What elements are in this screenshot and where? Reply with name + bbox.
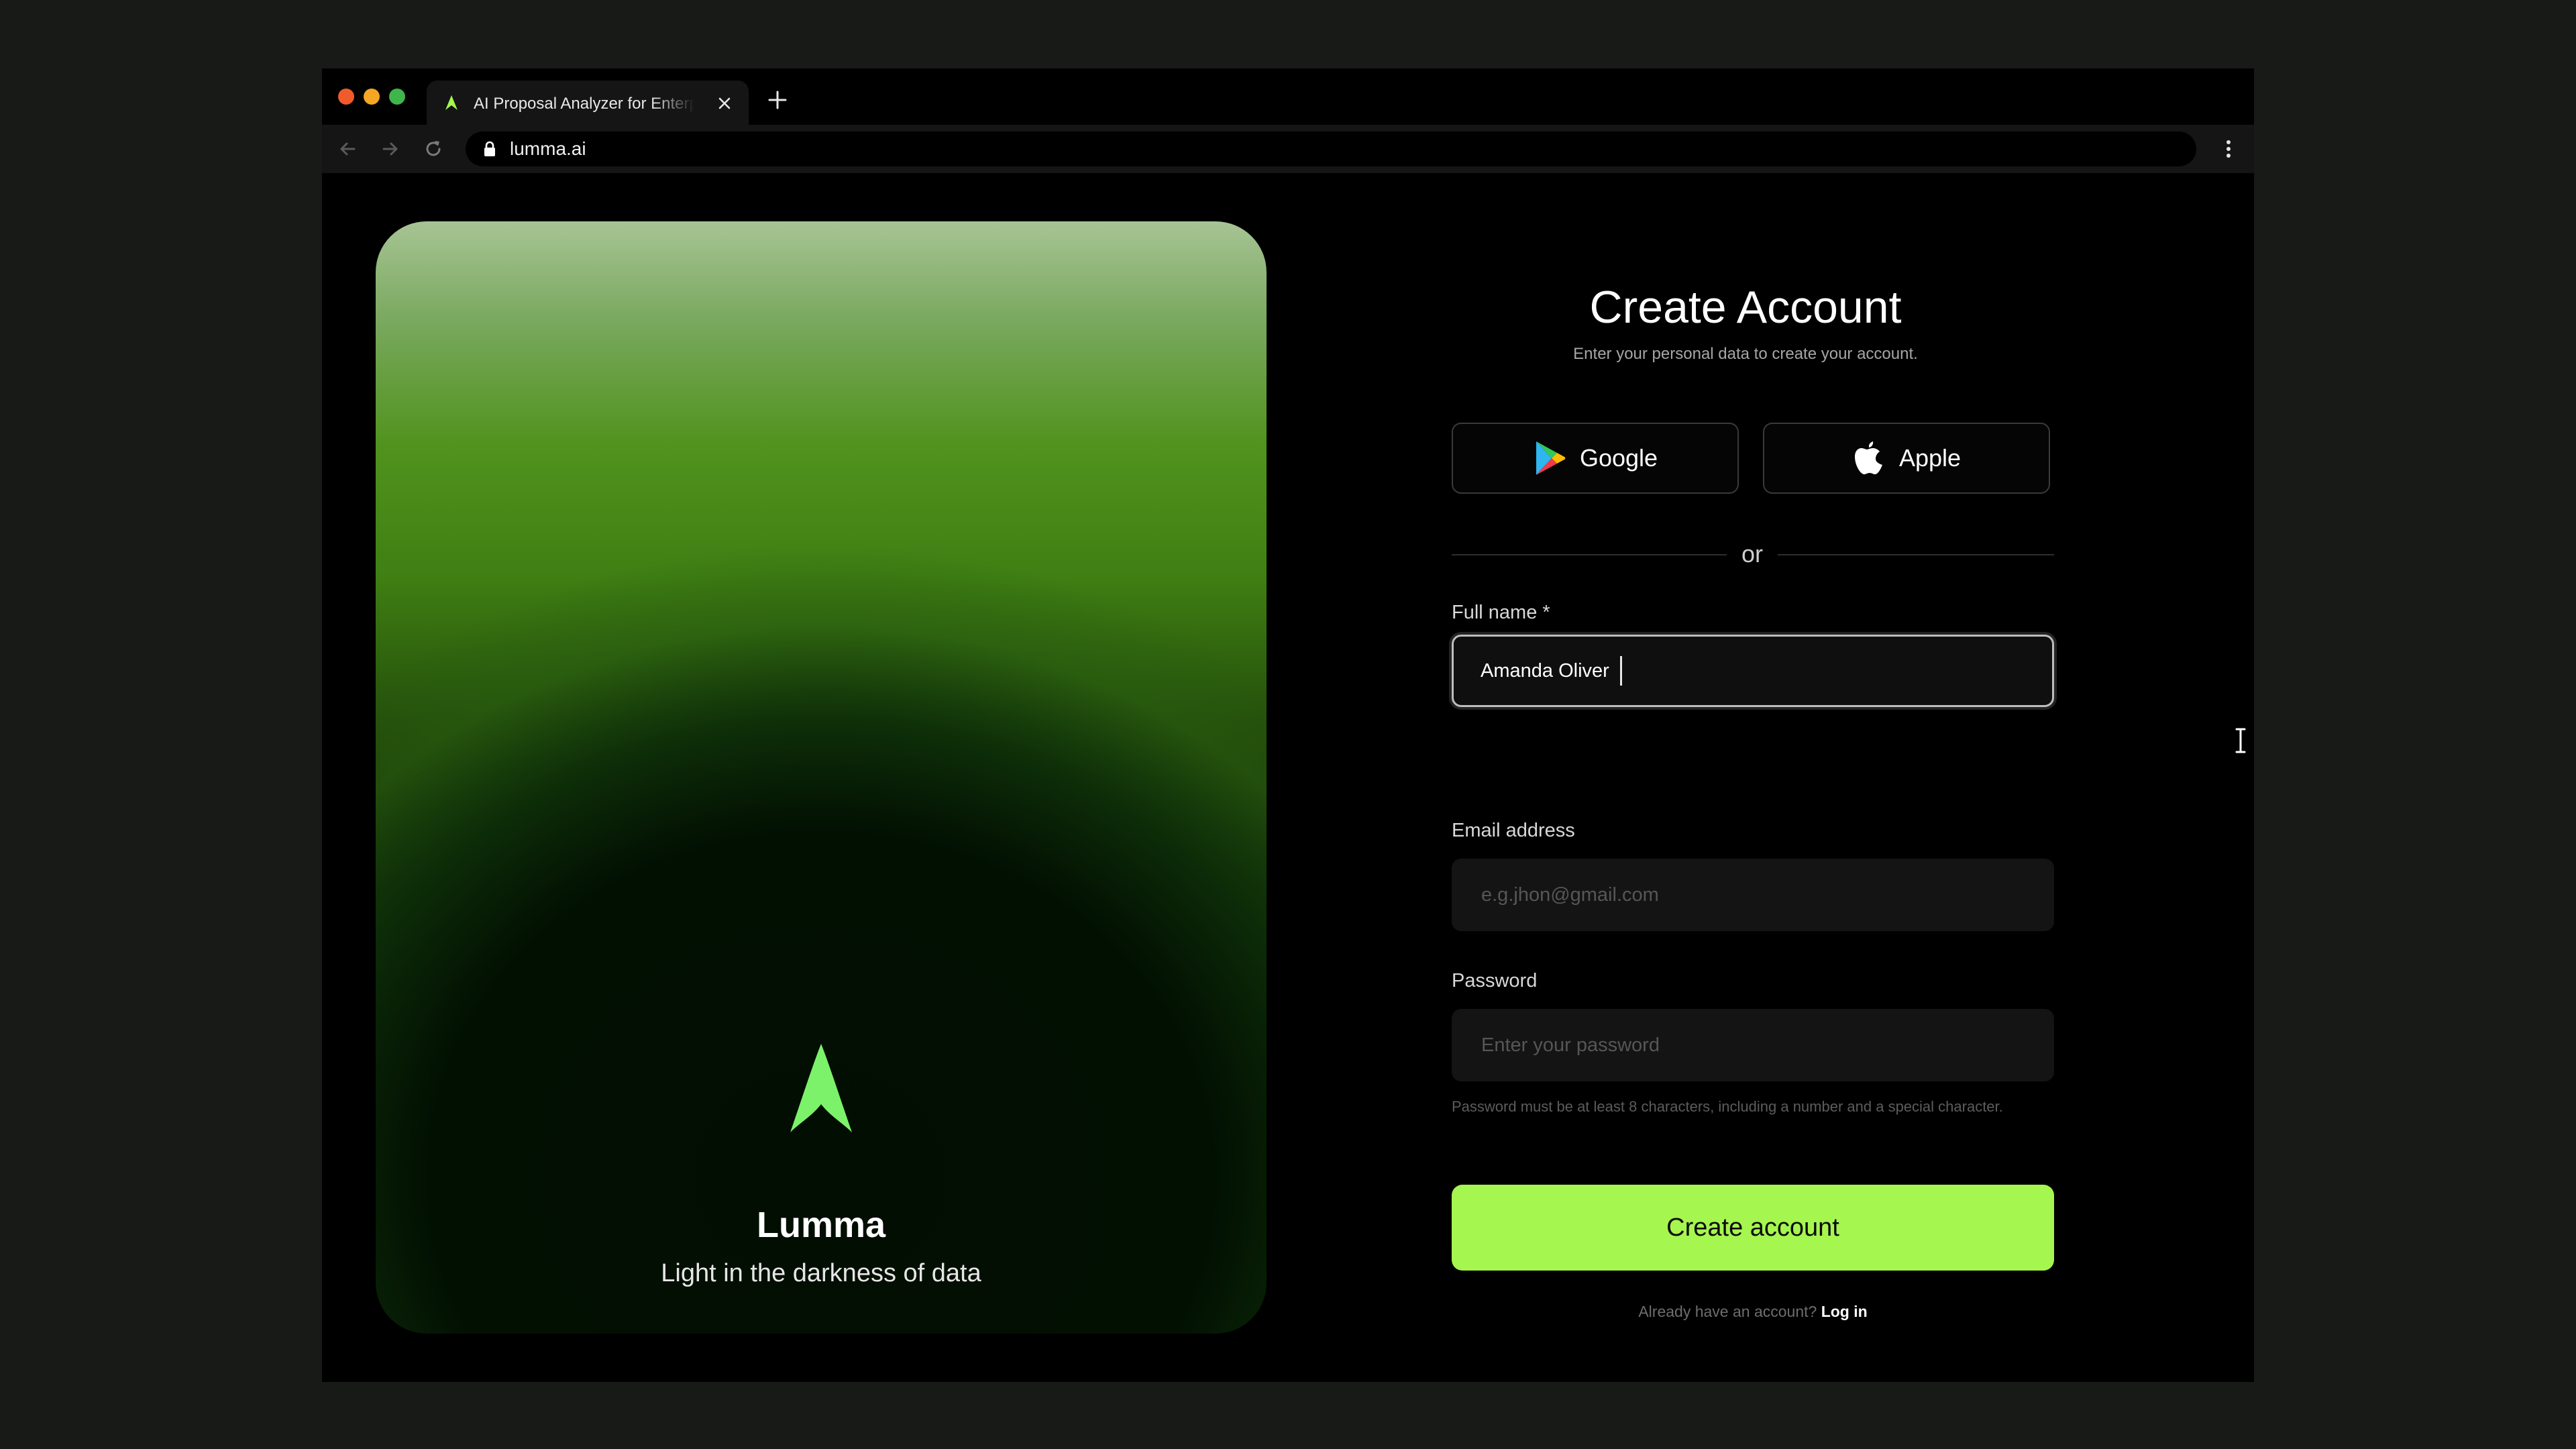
browser-window: AI Proposal Analyzer for Enterprise lumm… — [322, 68, 2254, 1382]
hero-panel: Lumma Light in the darkness of data — [376, 221, 1267, 1334]
password-field[interactable]: Enter your password — [1452, 1009, 2054, 1081]
lumma-favicon-icon — [445, 95, 458, 110]
create-account-button[interactable]: Create account — [1452, 1185, 2054, 1271]
text-cursor-icon — [2235, 727, 2247, 754]
url-field[interactable]: lumma.ai — [466, 131, 2196, 166]
divider-or: or — [1741, 540, 1763, 568]
reload-icon[interactable] — [421, 137, 445, 161]
google-play-icon — [1536, 441, 1566, 475]
email-field[interactable]: e.g.jhon@gmail.com — [1452, 859, 2054, 931]
minimize-window-button[interactable] — [364, 89, 380, 105]
maximize-window-button[interactable] — [389, 89, 405, 105]
divider-line-right — [1778, 554, 2054, 555]
google-button-label: Google — [1579, 444, 1658, 472]
browser-tab[interactable]: AI Proposal Analyzer for Enterprise — [427, 80, 749, 125]
brand-tagline: Light in the darkness of data — [661, 1259, 981, 1287]
brand-name: Lumma — [756, 1205, 886, 1245]
password-placeholder: Enter your password — [1481, 1034, 1660, 1056]
page-title: Create Account — [1589, 282, 1902, 333]
password-label: Password — [1452, 970, 1538, 991]
page-subtitle: Enter your personal data to create your … — [1573, 345, 1918, 363]
back-arrow-icon[interactable] — [335, 137, 360, 161]
address-bar: lumma.ai — [322, 125, 2254, 173]
forward-arrow-icon[interactable] — [378, 137, 402, 161]
more-menu-icon[interactable] — [2215, 136, 2242, 162]
text-caret — [1619, 656, 1622, 686]
close-tab-icon[interactable] — [712, 91, 737, 115]
url-text: lumma.ai — [510, 138, 586, 159]
password-hint: Password must be at least 8 characters, … — [1452, 1098, 2003, 1115]
email-placeholder: e.g.jhon@gmail.com — [1481, 883, 1659, 906]
full-name-label: Full name * — [1452, 602, 1550, 623]
login-prompt-text: Already have an account? — [1638, 1303, 1817, 1320]
new-tab-icon[interactable] — [766, 89, 789, 111]
full-name-field[interactable]: Amanda Oliver — [1452, 635, 2054, 707]
close-window-button[interactable] — [338, 89, 354, 105]
email-label: Email address — [1452, 820, 1575, 841]
divider-line-left — [1452, 554, 1727, 555]
tab-strip: AI Proposal Analyzer for Enterprise — [322, 68, 2254, 125]
lock-icon — [484, 141, 495, 156]
lumma-logo-icon — [790, 1044, 852, 1132]
login-link[interactable]: Log in — [1821, 1303, 1868, 1320]
login-prompt: Already have an account? Log in — [1452, 1301, 2054, 1322]
google-signup-button[interactable]: Google — [1452, 423, 1739, 494]
apple-icon — [1854, 441, 1882, 474]
apple-button-label: Apple — [1898, 444, 1962, 472]
apple-signup-button[interactable]: Apple — [1763, 423, 2050, 494]
full-name-value: Amanda Oliver — [1481, 659, 1609, 682]
tab-title: AI Proposal Analyzer for Enterprise — [474, 95, 695, 113]
